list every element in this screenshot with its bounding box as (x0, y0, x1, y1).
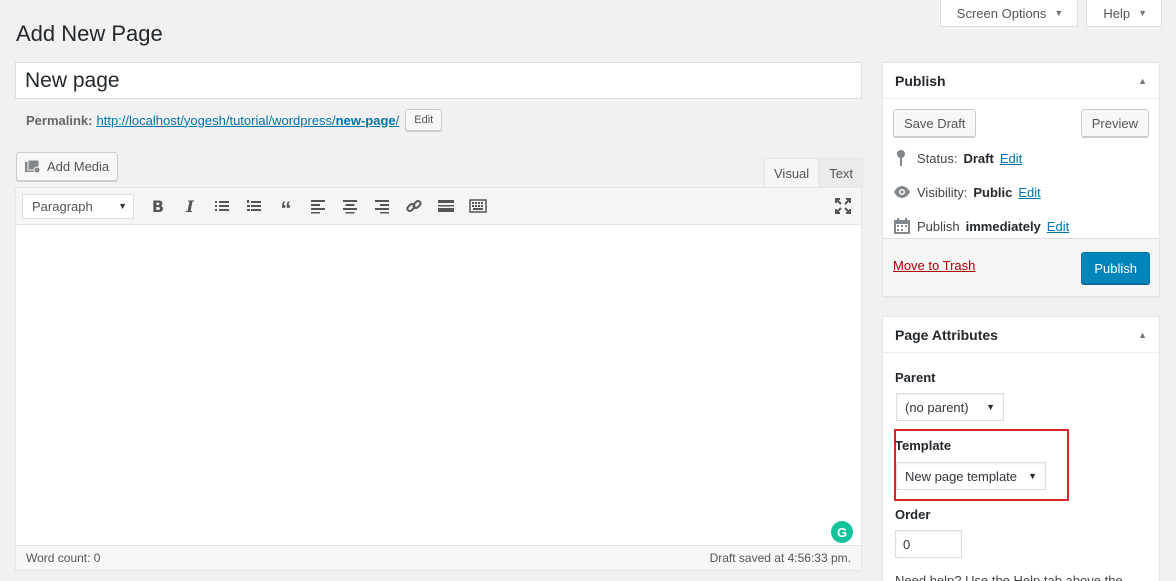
align-center-button[interactable] (334, 191, 366, 221)
preview-button[interactable]: Preview (1080, 109, 1149, 137)
format-select-value: Paragraph (32, 198, 93, 214)
permalink-row: Permalink: http://localhost/yogesh/tutor… (26, 109, 443, 131)
eye-icon (894, 186, 910, 198)
editor-content-area[interactable] (16, 225, 861, 545)
keyboard-icon (469, 199, 487, 213)
fullscreen-icon[interactable] (833, 196, 853, 216)
blockquote-icon: “ (280, 197, 292, 222)
order-input[interactable]: 0 (895, 530, 962, 558)
help-button[interactable]: Help ▼ (1086, 0, 1162, 27)
page-attributes-title: Page Attributes (895, 326, 998, 343)
permalink-label: Permalink: (26, 112, 93, 128)
permalink-trailing: / (395, 112, 400, 128)
edit-status-link[interactable]: Edit (1000, 151, 1022, 166)
page-title: Add New Page (16, 21, 163, 46)
format-select[interactable]: Paragraph ▼ (22, 193, 134, 219)
page-attributes-header[interactable]: Page Attributes ▲ (883, 317, 1159, 353)
tab-text[interactable]: Text (819, 158, 864, 187)
permalink-slug: new-page (335, 112, 396, 128)
bold-icon: B (151, 196, 165, 216)
parent-select[interactable]: (no parent) ▼ (896, 393, 1004, 421)
edit-permalink-button[interactable]: Edit (405, 109, 443, 131)
autosave-status: Draft saved at 4:56:33 pm. (709, 551, 851, 565)
numbered-list-icon (247, 200, 261, 211)
save-draft-button[interactable]: Save Draft (893, 109, 977, 137)
publish-button[interactable]: Publish (1081, 252, 1150, 284)
read-more-button[interactable] (430, 191, 462, 221)
publish-box-header[interactable]: Publish ▲ (883, 63, 1159, 99)
parent-select-value: (no parent) (905, 399, 969, 415)
pin-icon (897, 150, 905, 166)
bold-button[interactable]: B (142, 191, 174, 221)
edit-visibility-link[interactable]: Edit (1018, 185, 1040, 200)
permalink-link[interactable]: http://localhost/yogesh/tutorial/wordpre… (96, 113, 399, 128)
visibility-row: Visibility: Public Edit (893, 183, 1041, 201)
align-right-icon (375, 200, 389, 214)
grammarly-icon[interactable]: G (831, 521, 853, 543)
screen-options-label: Screen Options (956, 5, 1047, 21)
italic-button[interactable]: I (174, 191, 206, 221)
visibility-label: Visibility: (917, 184, 968, 200)
italic-icon: I (186, 196, 194, 216)
help-label: Help (1103, 5, 1131, 21)
editor-toolbar: Paragraph ▼ B I “ (16, 188, 861, 225)
status-value: Draft (963, 150, 994, 166)
publish-timing: immediately (965, 218, 1041, 234)
order-label: Order (895, 507, 931, 522)
edit-schedule-link[interactable]: Edit (1047, 219, 1069, 234)
tab-visual[interactable]: Visual (764, 158, 820, 187)
caret-down-icon: ▼ (1138, 8, 1147, 18)
align-left-button[interactable] (302, 191, 334, 221)
caret-down-icon: ▼ (986, 402, 995, 412)
bullet-list-button[interactable] (206, 191, 238, 221)
collapse-arrow-icon[interactable]: ▲ (1138, 76, 1147, 86)
collapse-arrow-icon[interactable]: ▲ (1138, 330, 1147, 340)
align-right-button[interactable] (366, 191, 398, 221)
media-icon (25, 159, 41, 173)
bullet-list-icon (215, 201, 229, 211)
page-attributes-box: Page Attributes ▲ Parent (no parent) ▼ T… (882, 316, 1160, 581)
read-more-icon (438, 200, 454, 212)
caret-down-icon: ▼ (118, 201, 127, 211)
content-editor: Paragraph ▼ B I “ G Word count: 0 Draft … (15, 187, 862, 571)
parent-label: Parent (895, 370, 936, 385)
editor-status-bar: Word count: 0 Draft saved at 4:56:33 pm. (16, 545, 861, 570)
status-row: Status: Draft Edit (893, 149, 1022, 167)
blockquote-button[interactable]: “ (270, 191, 302, 221)
screen-meta-links: Screen Options ▼ Help ▼ (939, 0, 1162, 27)
template-select-value: New page template (905, 468, 1018, 484)
align-center-icon (343, 200, 357, 214)
publish-box: Publish ▲ Save Draft Preview Status: Dra… (882, 62, 1160, 297)
editor-tabs: Visual Text (764, 158, 864, 187)
post-title-input[interactable]: New page (15, 62, 862, 99)
status-label: Status: (917, 150, 958, 166)
link-icon (406, 199, 422, 213)
add-media-button[interactable]: Add Media (16, 152, 118, 181)
template-select[interactable]: New page template ▼ (896, 462, 1046, 490)
move-to-trash-link[interactable]: Move to Trash (893, 258, 975, 273)
caret-down-icon: ▼ (1028, 471, 1037, 481)
calendar-icon (894, 218, 910, 234)
word-count: Word count: 0 (26, 551, 101, 565)
toolbar-toggle-button[interactable] (462, 191, 494, 221)
major-publishing-actions: Move to Trash Publish (883, 238, 1159, 296)
insert-link-button[interactable] (398, 191, 430, 221)
screen-options-button[interactable]: Screen Options ▼ (939, 0, 1079, 27)
publish-label: Publish (917, 218, 960, 234)
add-media-label: Add Media (47, 159, 110, 174)
minor-publishing-actions: Save Draft Preview (893, 109, 1149, 137)
publish-box-title: Publish (895, 72, 946, 89)
permalink-base: http://localhost/yogesh/tutorial/wordpre… (96, 112, 336, 128)
caret-down-icon: ▼ (1054, 8, 1064, 18)
align-left-icon (311, 200, 325, 214)
template-label: Template (895, 438, 952, 453)
numbered-list-button[interactable] (238, 191, 270, 221)
visibility-value: Public (973, 184, 1013, 200)
schedule-row: Publish immediately Edit (893, 217, 1069, 235)
help-text: Need help? Use the Help tab above the (895, 573, 1123, 581)
